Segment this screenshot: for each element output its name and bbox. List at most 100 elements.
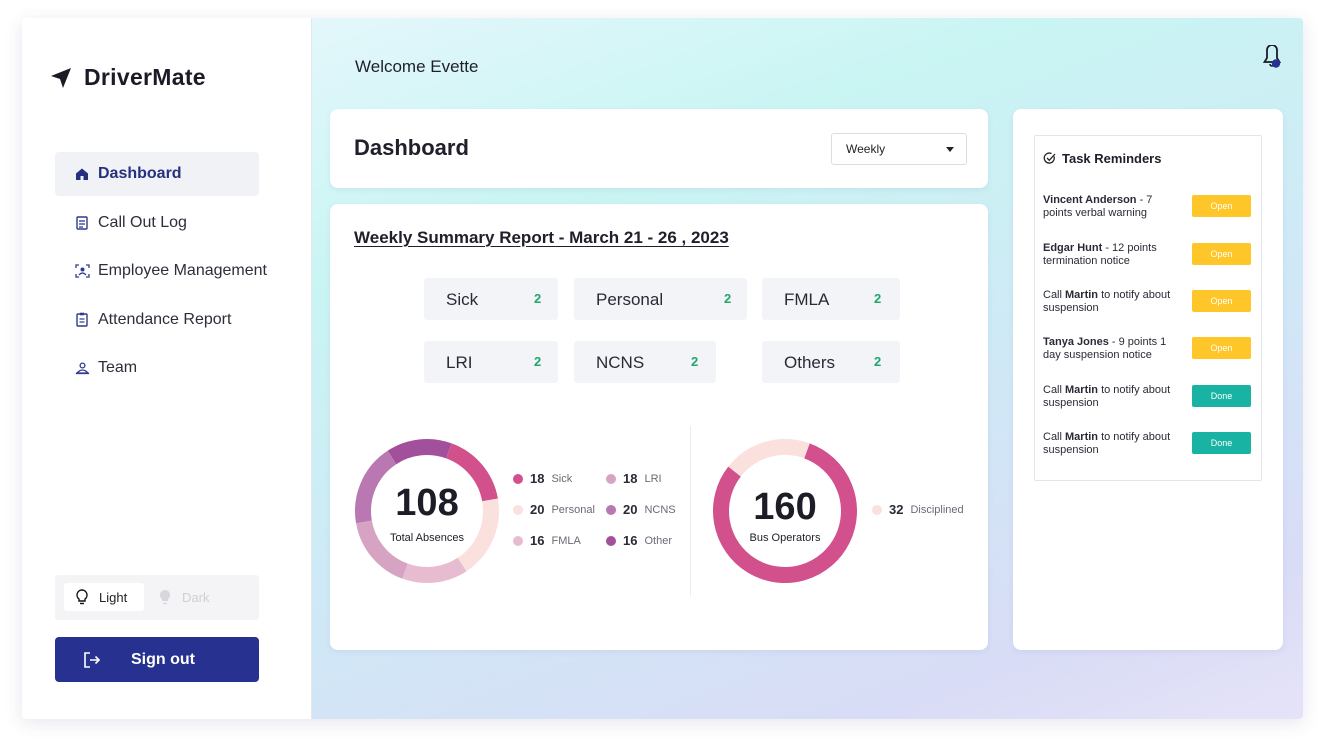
home-icon — [74, 166, 90, 182]
task-item: Vincent Anderson - 7 points verbal warni… — [1043, 194, 1253, 220]
legend-value: 16 — [530, 533, 545, 548]
tile-personal[interactable]: Personal 2 — [574, 278, 747, 320]
tile-ncns[interactable]: NCNS 2 — [574, 341, 716, 383]
welcome-message: Welcome Evette — [355, 57, 479, 76]
legend-dot — [513, 473, 523, 484]
legend-label: LRI — [644, 472, 662, 485]
tile-value: 2 — [724, 291, 732, 306]
sidebar-item-label: Employee Management — [98, 262, 267, 279]
legend-value: 20 — [623, 502, 638, 517]
period-select[interactable]: Weekly — [831, 133, 967, 165]
tile-value: 2 — [534, 354, 542, 369]
task-item: Call Martin to notify about suspension D… — [1043, 384, 1253, 410]
legend-item-sick: 18 Sick — [513, 471, 572, 486]
page-title: Dashboard — [354, 135, 469, 160]
tile-sick[interactable]: Sick 2 — [424, 278, 558, 320]
legend-dot — [513, 535, 523, 546]
tile-label: LRI — [446, 353, 473, 372]
legend-label: FMLA — [551, 534, 581, 547]
bus-operators-label: Bus Operators — [749, 532, 821, 544]
legend-label: Sick — [551, 472, 573, 485]
sidebar-item-label: Call Out Log — [98, 213, 187, 231]
task-reminders-header: Task Reminders — [1043, 151, 1161, 166]
brand[interactable]: DriverMate — [49, 64, 206, 91]
task-reminders-title: Task Reminders — [1062, 151, 1162, 166]
legend-item-fmla: 16 FMLA — [513, 533, 581, 548]
task-item: Tanya Jones - 9 points 1 day suspension … — [1043, 336, 1253, 362]
absences-donut-segment-5 — [387, 439, 452, 465]
legend-value: 20 — [530, 502, 545, 517]
sidebar-item-label: Team — [98, 359, 138, 376]
tile-value: 2 — [874, 291, 882, 306]
legend-item-other: 16 Other — [606, 533, 672, 548]
period-select-value: Weekly — [846, 142, 886, 156]
sidebar-item-dashboard[interactable]: Dashboard — [55, 152, 259, 196]
dashboard-header-card: Dashboard Weekly — [330, 109, 988, 188]
task-status-button[interactable]: Open — [1192, 337, 1251, 359]
tile-label: NCNS — [596, 353, 645, 372]
summary-title: Weekly Summary Report - March 21 - 26 , … — [354, 228, 729, 247]
tile-label: Others — [784, 353, 836, 372]
legend-label: Personal — [551, 503, 595, 516]
legend-value: 18 — [623, 471, 638, 486]
total-absences-label: Total Absences — [390, 532, 464, 544]
task-status-button[interactable]: Done — [1192, 432, 1251, 454]
tile-lri[interactable]: LRI 2 — [424, 341, 558, 383]
tile-value: 2 — [691, 354, 699, 369]
legend-item-ncns: 20 NCNS — [606, 502, 676, 517]
sidebar-item-attendance-report[interactable]: Attendance Report — [55, 298, 295, 342]
task-text: Call Martin to notify about suspension — [1043, 289, 1171, 314]
legend-value: 18 — [530, 471, 545, 486]
legend-dot — [606, 504, 616, 515]
task-item: Edgar Hunt - 12 points termination notic… — [1043, 242, 1253, 268]
log-icon — [74, 215, 90, 231]
sidebar-item-label: Dashboard — [98, 165, 182, 182]
tile-others[interactable]: Others 2 — [762, 341, 900, 383]
navigation-arrow-icon — [51, 67, 71, 88]
task-item: Call Martin to notify about suspension O… — [1043, 289, 1253, 315]
main-area: Welcome Evette Dashboard Weekly Weekly S… — [312, 18, 1303, 719]
bulb-icon — [76, 589, 90, 605]
sidebar-item-employee-management[interactable]: Employee Management — [55, 249, 295, 293]
sign-out-button[interactable]: Sign out — [55, 637, 259, 682]
sign-out-label: Sign out — [131, 650, 195, 668]
task-reminders-card: Task Reminders Vincent Anderson - 7 poin… — [1013, 109, 1283, 650]
legend-dot — [606, 535, 616, 546]
tile-label: Sick — [446, 290, 479, 309]
task-text: Tanya Jones - 9 points 1 day suspension … — [1043, 336, 1167, 361]
team-icon — [74, 360, 90, 376]
chevron-down-icon — [946, 147, 954, 152]
task-text: Vincent Anderson - 7 points verbal warni… — [1043, 194, 1153, 219]
light-theme-button[interactable]: Light — [64, 583, 144, 611]
tile-value: 2 — [874, 354, 882, 369]
task-status-button[interactable]: Open — [1192, 290, 1251, 312]
bus-operators-value: 160 — [753, 486, 817, 528]
legend-dot — [513, 504, 523, 515]
sidebar-item-team[interactable]: Team — [55, 346, 295, 390]
legend-item-personal: 20 Personal — [513, 502, 595, 517]
light-label: Light — [99, 589, 128, 605]
app-name: DriverMate — [84, 64, 206, 90]
task-text: Call Martin to notify about suspension — [1043, 431, 1171, 456]
sidebar: DriverMate Dashboard Call Out Log Employ… — [22, 18, 312, 719]
dark-theme-button[interactable]: Dark — [159, 583, 209, 611]
task-item: Call Martin to notify about suspension D… — [1043, 431, 1253, 457]
employee-icon — [74, 263, 90, 279]
absences-donut-segment-2 — [402, 557, 467, 583]
chart-divider — [690, 426, 691, 596]
notification-bell-icon[interactable] — [1258, 44, 1284, 73]
legend-label: Other — [644, 534, 672, 547]
task-text: Edgar Hunt - 12 points termination notic… — [1043, 242, 1157, 267]
theme-toggle: Light Dark — [55, 575, 259, 620]
tile-label: FMLA — [784, 290, 830, 309]
sidebar-item-call-out-log[interactable]: Call Out Log — [55, 201, 295, 245]
legend-item-disciplined: 32 Disciplined — [872, 502, 964, 517]
task-status-button[interactable]: Done — [1192, 385, 1251, 407]
task-status-button[interactable]: Open — [1192, 243, 1251, 265]
legend-label: NCNS — [644, 503, 676, 516]
operators-donut-segment-1 — [728, 439, 810, 477]
app-window: DriverMate Dashboard Call Out Log Employ… — [22, 18, 1303, 719]
task-status-button[interactable]: Open — [1192, 195, 1251, 217]
tile-fmla[interactable]: FMLA 2 — [762, 278, 900, 320]
sidebar-nav: Dashboard Call Out Log Employee Manageme… — [55, 152, 295, 395]
